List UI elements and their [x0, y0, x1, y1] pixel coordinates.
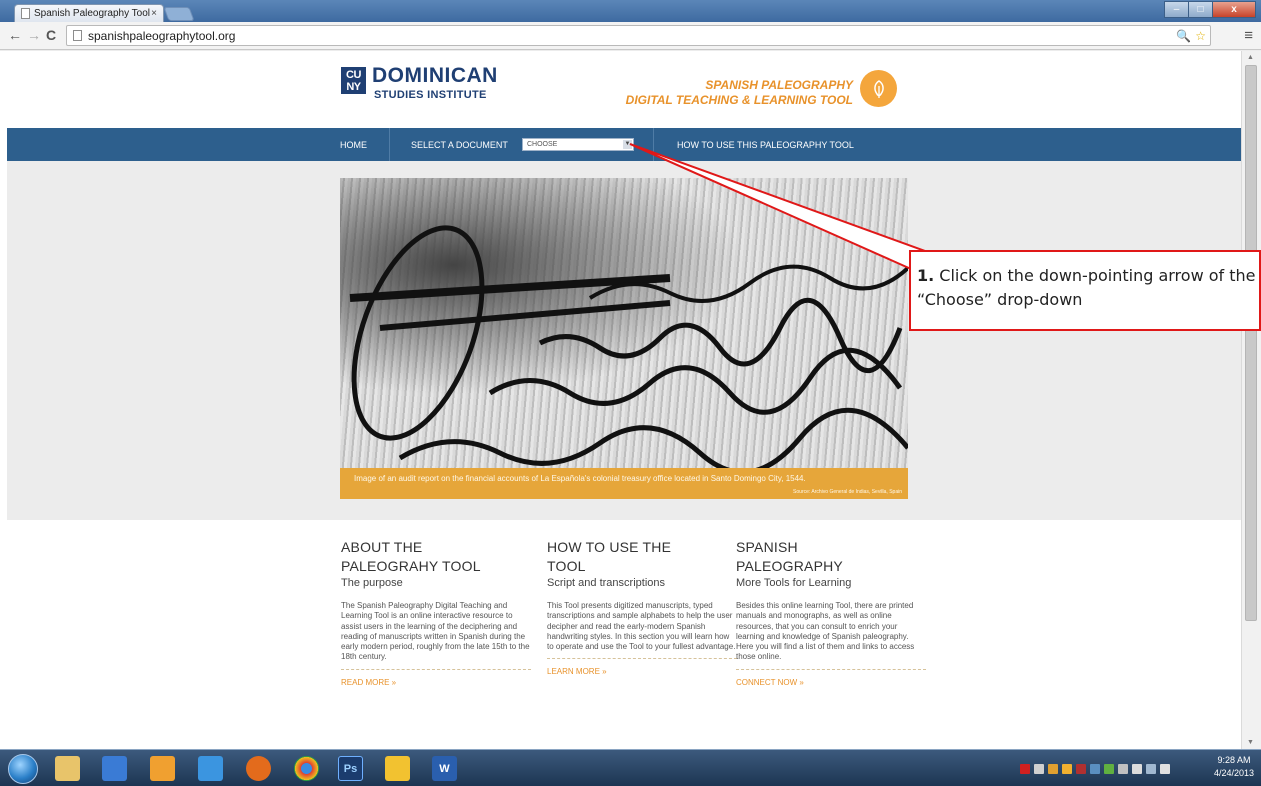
tray-update-icon[interactable]: [1104, 764, 1114, 774]
tray-flag-icon[interactable]: [1132, 764, 1142, 774]
tray-power-icon[interactable]: [1146, 764, 1156, 774]
clock-date: 4/24/2013: [1213, 768, 1254, 778]
tray-outlook-icon[interactable]: [1062, 764, 1072, 774]
callout-box: 1. Click on the down-pointing arrow of t…: [909, 250, 1261, 331]
start-button[interactable]: [8, 754, 38, 784]
internet-explorer-icon[interactable]: [198, 756, 223, 781]
outlook-icon[interactable]: [150, 756, 175, 781]
firefox-icon[interactable]: [246, 756, 271, 781]
windows-taskbar: Ps W 9:28 AM 4/24/2013: [0, 749, 1261, 786]
explorer-icon[interactable]: [55, 756, 80, 781]
callout-pointer: [629, 143, 1075, 306]
tray-antivirus-icon[interactable]: [1020, 764, 1030, 774]
photoshop-icon[interactable]: Ps: [338, 756, 363, 781]
security-shield-icon[interactable]: [385, 756, 410, 781]
tray-network-icon[interactable]: [1090, 764, 1100, 774]
clock-time: 9:28 AM: [1217, 755, 1251, 765]
system-tray: [1020, 764, 1170, 774]
callout-text: Click on the down-pointing arrow of the …: [917, 266, 1256, 309]
callout-number: 1.: [917, 266, 935, 285]
chrome-icon[interactable]: [294, 756, 319, 781]
media-player-icon[interactable]: [102, 756, 127, 781]
word-icon[interactable]: W: [432, 756, 457, 781]
tray-mail-icon[interactable]: [1034, 764, 1044, 774]
tray-volume-icon[interactable]: [1160, 764, 1170, 774]
system-clock[interactable]: 9:28 AM 4/24/2013: [1214, 754, 1254, 780]
tray-shield-icon[interactable]: [1076, 764, 1086, 774]
tray-app-icon[interactable]: [1048, 764, 1058, 774]
tray-display-icon[interactable]: [1118, 764, 1128, 774]
